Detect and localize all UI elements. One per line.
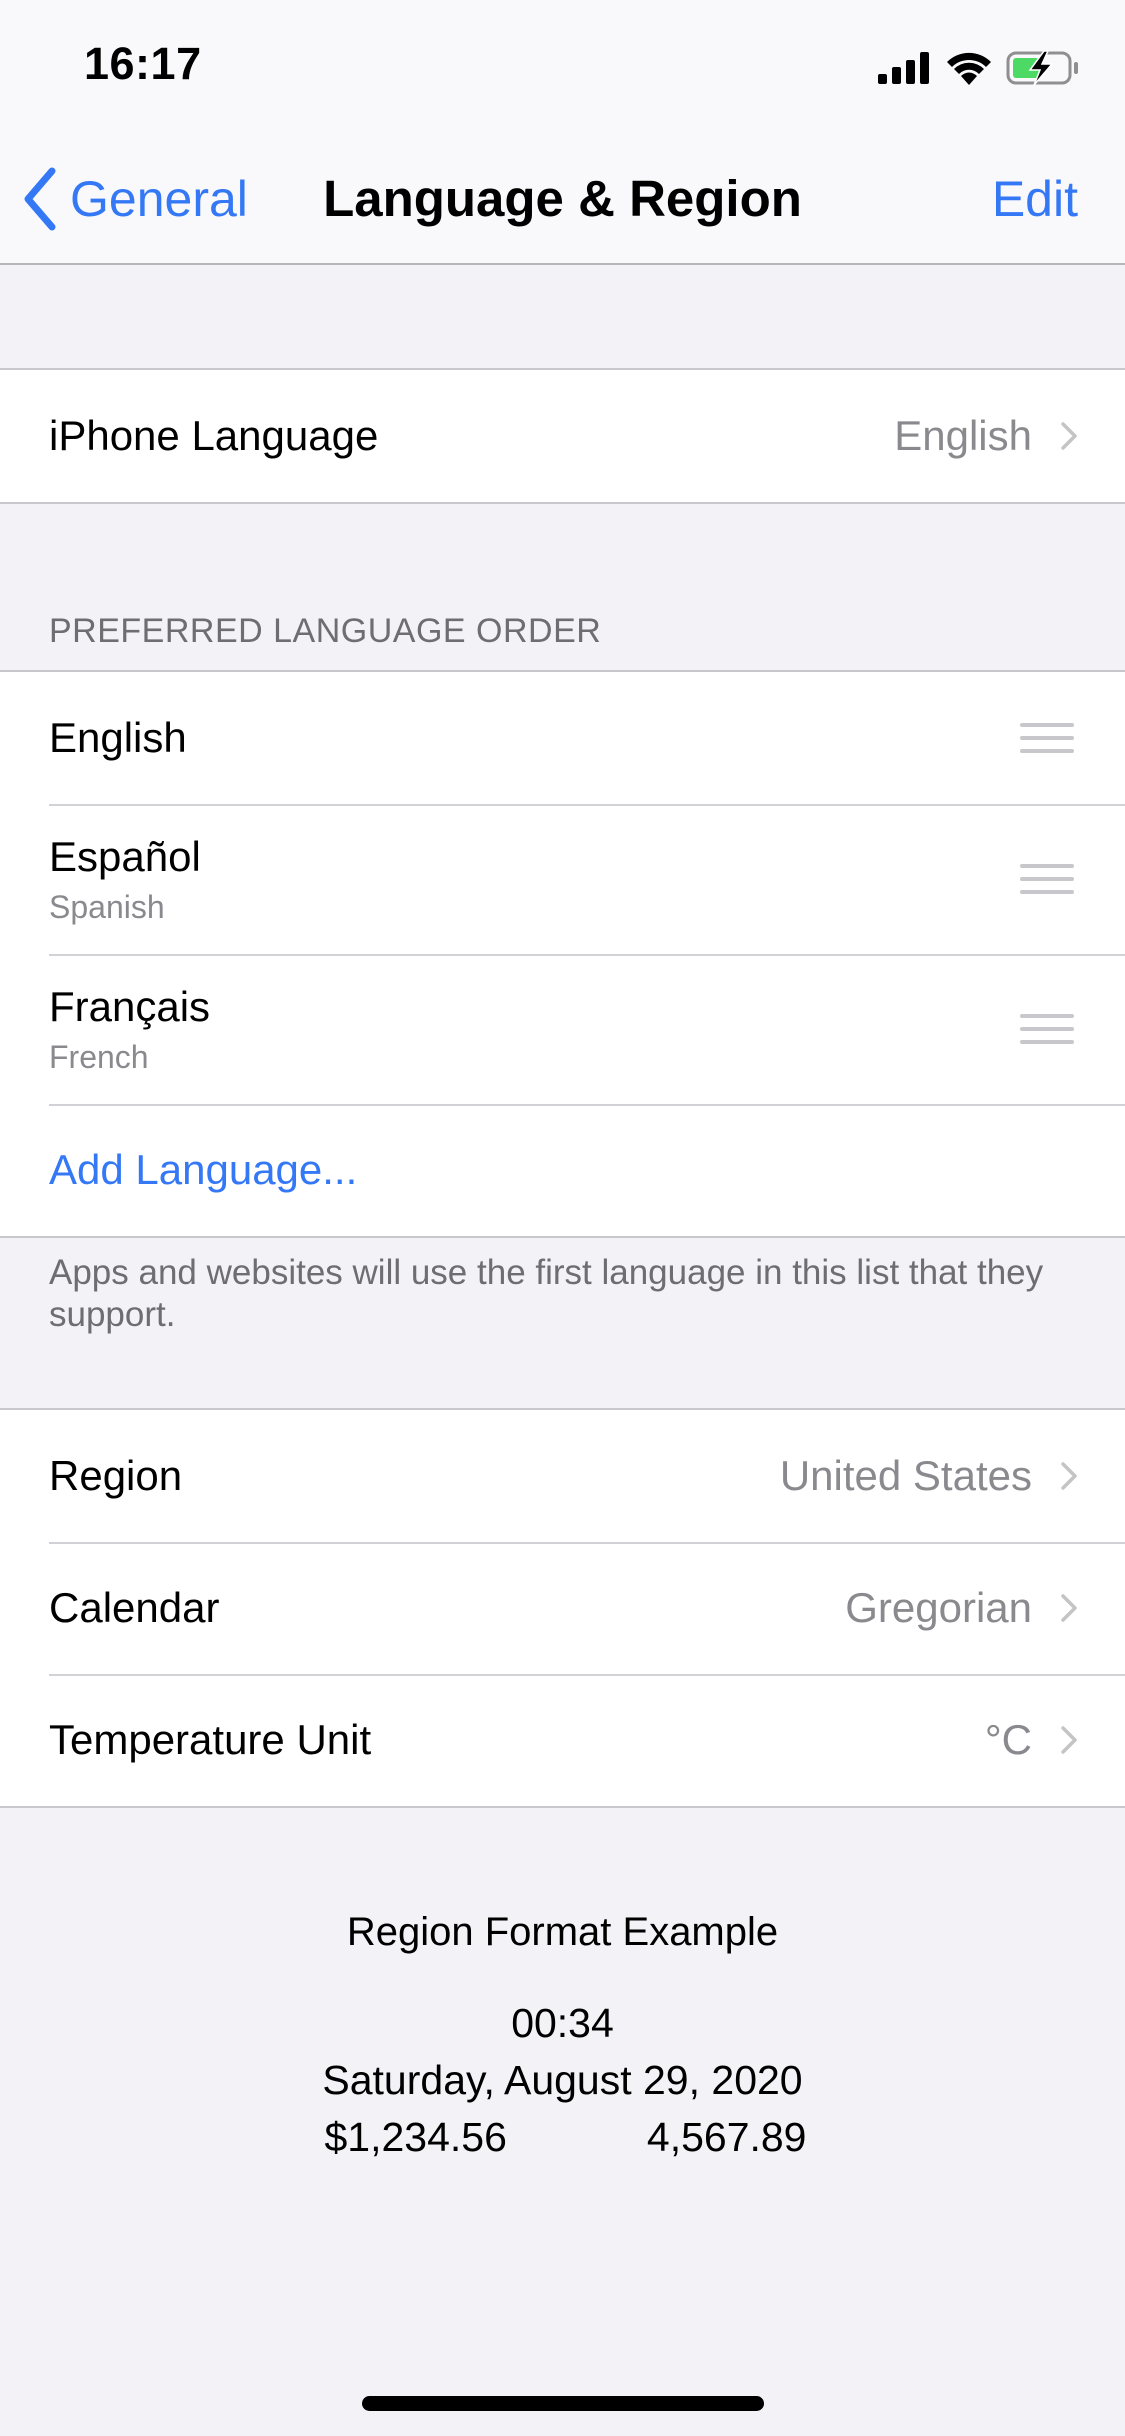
language-subtitle: Spanish	[49, 888, 165, 925]
wifi-icon	[947, 52, 991, 85]
reorder-handle-icon[interactable]	[1020, 723, 1074, 753]
language-subtitle: French	[49, 1038, 149, 1075]
back-button[interactable]: General	[22, 166, 248, 232]
preferred-languages-footer: Apps and websites will use the first lan…	[49, 1253, 1044, 1334]
language-name: Español	[49, 832, 201, 880]
section-header-preferred-languages: PREFERRED LANGUAGE ORDER	[49, 612, 602, 650]
row-label: Calendar	[49, 1584, 220, 1631]
example-numbers: $1,234.56 4,567.89	[0, 2114, 1125, 2161]
chevron-right-icon	[1061, 1726, 1077, 1754]
navigation-bar: General Language & Region Edit	[0, 132, 1125, 265]
example-number: 4,567.89	[646, 2114, 807, 2160]
calendar-row[interactable]: Calendar Gregorian	[0, 1542, 1125, 1674]
chevron-right-icon	[1061, 1594, 1077, 1622]
iphone-language-group: iPhone Language English	[0, 368, 1125, 504]
row-value: Gregorian	[845, 1584, 1032, 1631]
row-value: English	[894, 412, 1032, 459]
add-language-button[interactable]: Add Language...	[0, 1104, 1125, 1236]
status-icons	[878, 50, 1080, 86]
battery-charging-icon	[1006, 50, 1078, 86]
chevron-right-icon	[1061, 422, 1077, 450]
reorder-handle-icon[interactable]	[1020, 1014, 1074, 1044]
back-label: General	[70, 171, 248, 227]
row-label: iPhone Language	[49, 412, 379, 459]
region-settings-group: Region United States Calendar Gregorian …	[0, 1408, 1125, 1808]
chevron-right-icon	[1061, 1462, 1077, 1490]
home-indicator[interactable]	[362, 2396, 764, 2411]
edit-button[interactable]: Edit	[992, 166, 1078, 232]
language-row-english[interactable]: English	[0, 672, 1125, 804]
temperature-unit-row[interactable]: Temperature Unit °C	[0, 1674, 1125, 1806]
chevron-left-icon	[24, 167, 56, 231]
example-date: Saturday, August 29, 2020	[322, 2057, 803, 2103]
row-value: °C	[984, 1716, 1032, 1763]
status-bar: 16:17	[0, 0, 1125, 132]
region-row[interactable]: Region United States	[0, 1410, 1125, 1542]
row-value: United States	[779, 1452, 1032, 1499]
example-time: 00:34	[511, 2000, 614, 2046]
language-row-french[interactable]: Français French	[0, 954, 1125, 1104]
language-name: Français	[49, 982, 211, 1030]
row-label: Temperature Unit	[49, 1716, 372, 1763]
region-format-example-title: Region Format Example	[346, 1910, 779, 1954]
language-row-spanish[interactable]: Español Spanish	[0, 804, 1125, 954]
add-language-label: Add Language...	[49, 1146, 358, 1193]
preferred-languages-group: English Español Spanish Français French …	[0, 670, 1125, 1238]
cellular-signal-icon	[878, 52, 929, 84]
row-label: Region	[49, 1452, 183, 1499]
example-currency: $1,234.56	[324, 2114, 507, 2160]
iphone-language-row[interactable]: iPhone Language English	[0, 370, 1125, 502]
language-name: English	[49, 714, 187, 761]
status-time: 16:17	[84, 38, 202, 89]
reorder-handle-icon[interactable]	[1020, 864, 1074, 894]
